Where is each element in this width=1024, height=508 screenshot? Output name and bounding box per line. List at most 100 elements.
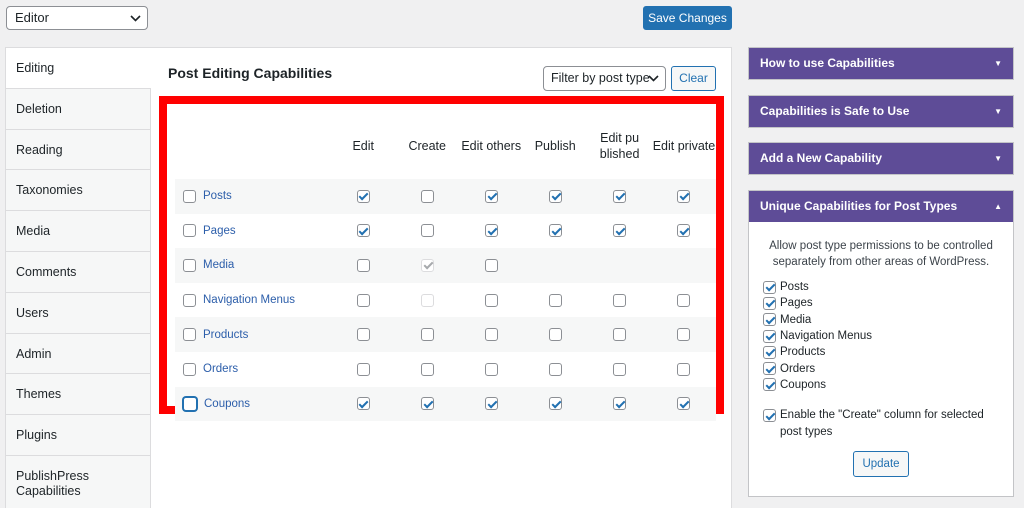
triangle-up-icon: ▲ [994, 202, 1002, 211]
capability-checkbox-edit[interactable] [356, 189, 370, 203]
table-row: Media [175, 248, 716, 283]
capability-checkbox-edit-published[interactable] [613, 293, 627, 307]
post-type-option[interactable]: Coupons [763, 377, 999, 393]
role-select[interactable]: Editor [6, 6, 148, 30]
row-select-checkbox[interactable] [183, 189, 196, 203]
capability-checkbox-create[interactable] [421, 362, 435, 376]
tab-admin[interactable]: Admin [6, 334, 150, 375]
capability-checkbox-edit-others[interactable] [485, 224, 499, 238]
capability-checkbox-create[interactable] [421, 224, 435, 238]
capability-checkbox-edit-published[interactable] [613, 189, 627, 203]
post-type-option-label: Navigation Menus [780, 330, 873, 343]
post-type-option-checkbox[interactable] [763, 362, 776, 376]
clear-filter-button[interactable]: Clear [671, 66, 716, 91]
row-select-checkbox[interactable] [183, 362, 196, 376]
update-button[interactable]: Update [853, 451, 909, 478]
capability-checkbox-edit-published[interactable] [613, 362, 627, 376]
post-type-option-checkbox[interactable] [763, 280, 776, 294]
post-type-label[interactable]: Posts [203, 190, 232, 202]
capability-checkbox-create[interactable] [421, 397, 435, 411]
capability-checkbox-edit-others[interactable] [485, 397, 499, 411]
post-type-option-label: Pages [780, 297, 813, 310]
capability-checkbox-edit-private[interactable] [677, 397, 691, 411]
post-type-option[interactable]: Products [763, 344, 999, 360]
row-select-checkbox[interactable] [183, 224, 196, 238]
post-type-option-label: Orders [780, 362, 816, 375]
capability-checkbox-edit[interactable] [356, 362, 370, 376]
capability-checkbox-create[interactable] [421, 328, 435, 342]
capability-checkbox-edit-private[interactable] [677, 189, 691, 203]
post-type-option-checkbox[interactable] [763, 345, 776, 359]
post-type-label[interactable]: Coupons [204, 398, 250, 410]
tab-themes[interactable]: Themes [6, 374, 150, 416]
create-column-label: Enable the "Create" column for selected … [780, 409, 984, 439]
post-type-option[interactable]: Posts [763, 279, 999, 295]
post-type-option-label: Media [780, 313, 812, 326]
capability-checkbox-edit-private[interactable] [677, 224, 691, 238]
capability-checkbox-edit-published[interactable] [613, 224, 627, 238]
post-type-option-checkbox[interactable] [763, 313, 776, 327]
post-type-option-checkbox[interactable] [763, 296, 776, 310]
tab-deletion[interactable]: Deletion [6, 89, 150, 130]
capability-checkbox-edit-others[interactable] [485, 293, 499, 307]
capability-checkbox-edit-others[interactable] [485, 328, 499, 342]
capability-checkbox-edit-private[interactable] [677, 328, 691, 342]
capability-checkbox-publish[interactable] [549, 224, 563, 238]
create-column-option[interactable]: Enable the "Create" column for selected … [763, 407, 999, 441]
help-box-safe-to-use[interactable]: Capabilities is Safe to Use ▼ [748, 95, 1014, 128]
capability-checkbox-edit[interactable] [356, 258, 370, 272]
capabilities-grid: Edit Create Edit others Publish Edit pub… [175, 112, 716, 422]
post-type-label[interactable]: Media [203, 259, 234, 271]
capability-checkbox-edit-private[interactable] [677, 362, 691, 376]
help-box-title: Add a New Capability [760, 151, 883, 165]
capability-checkbox-create[interactable] [421, 189, 435, 203]
capability-checkbox-edit[interactable] [356, 224, 370, 238]
capability-checkbox-publish[interactable] [549, 328, 563, 342]
capability-checkbox-publish[interactable] [549, 362, 563, 376]
row-select-checkbox[interactable] [183, 258, 196, 272]
post-type-option[interactable]: Navigation Menus [763, 328, 999, 344]
capability-checkbox-edit-others[interactable] [485, 258, 499, 272]
capability-checkbox-edit[interactable] [356, 397, 370, 411]
capability-checkbox-publish[interactable] [549, 189, 563, 203]
help-box-add-capability[interactable]: Add a New Capability ▼ [748, 142, 1014, 175]
tab-plugins[interactable]: Plugins [6, 415, 150, 456]
post-type-filter-select[interactable]: Filter by post type [543, 66, 666, 91]
capability-checkbox-edit-others[interactable] [485, 189, 499, 203]
tab-users[interactable]: Users [6, 293, 150, 334]
capability-checkbox-edit-others[interactable] [485, 362, 499, 376]
capability-checkbox-edit[interactable] [356, 293, 370, 307]
tab-comments[interactable]: Comments [6, 252, 150, 293]
capability-checkbox-edit-published[interactable] [613, 328, 627, 342]
post-type-label[interactable]: Pages [203, 225, 236, 237]
save-changes-button[interactable]: Save Changes [643, 6, 732, 30]
tab-editing[interactable]: Editing [6, 48, 151, 89]
capability-checkbox-publish[interactable] [549, 397, 563, 411]
row-select-checkbox[interactable] [183, 396, 197, 411]
row-select-checkbox[interactable] [183, 293, 196, 307]
post-type-option[interactable]: Pages [763, 295, 999, 311]
column-header-create: Create [408, 138, 446, 153]
help-box-how-to-use[interactable]: How to use Capabilities ▼ [748, 47, 1014, 80]
create-column-checkbox[interactable] [763, 409, 776, 423]
post-type-option-checkbox[interactable] [763, 378, 776, 392]
tab-taxonomies[interactable]: Taxonomies [6, 170, 150, 212]
capability-checkbox-edit-published[interactable] [613, 397, 627, 411]
post-type-option[interactable]: Media [763, 312, 999, 328]
tab-publishpress-capabilities[interactable]: PublishPress Capabilities [6, 456, 150, 508]
post-type-option[interactable]: Orders [763, 360, 999, 376]
tab-reading[interactable]: Reading [6, 130, 150, 171]
post-type-label[interactable]: Orders [203, 363, 238, 375]
capability-checkbox-edit[interactable] [356, 328, 370, 342]
tab-media[interactable]: Media [6, 211, 150, 252]
post-type-label[interactable]: Products [203, 329, 248, 341]
capability-checkbox-publish[interactable] [549, 293, 563, 307]
row-select-checkbox[interactable] [183, 328, 196, 342]
post-type-option-checkbox[interactable] [763, 329, 776, 343]
help-box-title: How to use Capabilities [760, 56, 895, 70]
unique-capabilities-header[interactable]: Unique Capabilities for Post Types ▲ [749, 191, 1013, 222]
capabilities-panel: Editing Deletion Reading Taxonomies Medi… [5, 47, 732, 508]
post-type-label[interactable]: Navigation Menus [203, 294, 295, 306]
triangle-down-icon: ▼ [994, 59, 1002, 68]
capability-checkbox-edit-private[interactable] [677, 293, 691, 307]
